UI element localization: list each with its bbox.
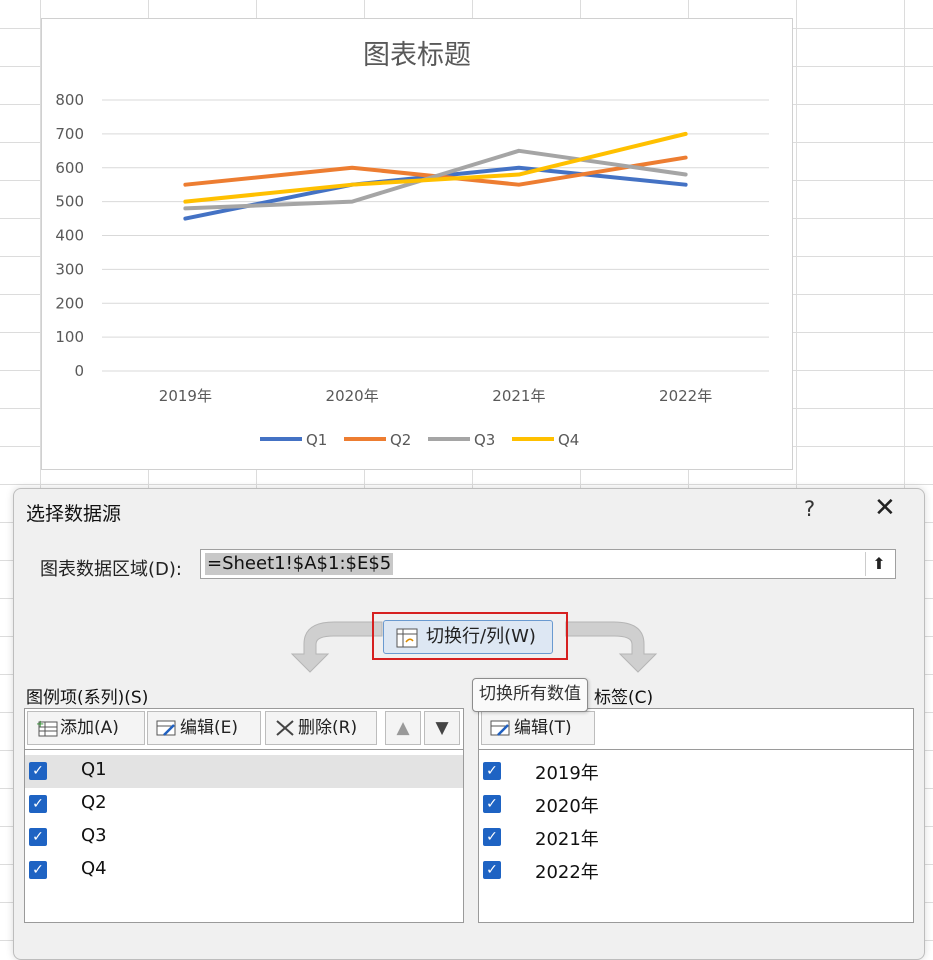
edit-axis-labels-label: 编辑(T) bbox=[514, 718, 572, 738]
add-series-button[interactable]: + 添加(A) bbox=[27, 711, 145, 745]
axis-labels-label: 标签(C) bbox=[594, 688, 654, 708]
series-item[interactable]: ✓ Q1 bbox=[25, 755, 463, 788]
y-tick-label: 800 bbox=[55, 91, 84, 109]
category-checkbox[interactable]: ✓ bbox=[483, 795, 501, 813]
legend-entry: Q1 bbox=[306, 431, 327, 449]
category-item[interactable]: ✓ 2019年 bbox=[479, 755, 913, 788]
series-panel: + 添加(A) 编辑(E) 删除(R) ▲ ▼ ✓ Q1 ✓ Q2 ✓ Q3 ✓… bbox=[24, 708, 464, 923]
y-tick-label: 100 bbox=[55, 328, 84, 346]
delete-series-label: 删除(R) bbox=[298, 718, 358, 738]
add-series-label: 添加(A) bbox=[60, 718, 119, 738]
y-tick-label: 500 bbox=[55, 193, 84, 211]
series-item[interactable]: ✓ Q4 bbox=[25, 854, 463, 887]
series-item[interactable]: ✓ Q2 bbox=[25, 788, 463, 821]
category-item[interactable]: ✓ 2021年 bbox=[479, 821, 913, 854]
category-item[interactable]: ✓ 2020年 bbox=[479, 788, 913, 821]
y-tick-label: 300 bbox=[55, 260, 84, 278]
add-table-icon: + bbox=[36, 719, 58, 737]
category-item[interactable]: ✓ 2022年 bbox=[479, 854, 913, 887]
category-item-label: 2019年 bbox=[535, 763, 599, 784]
legend-entry: Q2 bbox=[390, 431, 411, 449]
line-chart[interactable]: 图表标题 0 100 200 300 400 500 600 700 800 2019年 2020年 2… bbox=[41, 18, 793, 470]
close-button[interactable]: ✕ bbox=[874, 495, 896, 521]
chart-canvas: 图表标题 0 100 200 300 400 500 600 700 800 2019年 2020年 2… bbox=[55, 40, 769, 449]
switch-row-column-button[interactable]: 切换行/列(W) bbox=[383, 620, 553, 654]
series-checkbox[interactable]: ✓ bbox=[29, 828, 47, 846]
axis-toolbar: 编辑(T) bbox=[479, 709, 913, 750]
switch-row-column-label: 切换行/列(W) bbox=[426, 626, 536, 647]
edit-series-label: 编辑(E) bbox=[180, 718, 239, 738]
category-item-label: 2021年 bbox=[535, 829, 599, 850]
chart-range-value: =Sheet1!$A$1:$E$5 bbox=[205, 553, 394, 575]
category-checkbox[interactable]: ✓ bbox=[483, 762, 501, 780]
edit-table-icon bbox=[490, 720, 510, 736]
x-tick-label: 2019年 bbox=[159, 387, 212, 405]
series-item[interactable]: ✓ Q3 bbox=[25, 821, 463, 854]
series-checkbox[interactable]: ✓ bbox=[29, 762, 47, 780]
axis-labels-panel: 编辑(T) ✓ 2019年 ✓ 2020年 ✓ 2021年 ✓ 2022年 bbox=[478, 708, 914, 923]
edit-series-button[interactable]: 编辑(E) bbox=[147, 711, 261, 745]
delete-icon bbox=[276, 720, 294, 736]
dialog-title: 选择数据源 bbox=[26, 503, 122, 525]
help-button[interactable]: ? bbox=[804, 497, 815, 521]
legend-entry: Q4 bbox=[558, 431, 579, 449]
collapse-dialog-icon[interactable]: ⬆ bbox=[865, 552, 892, 576]
series-item-label: Q1 bbox=[81, 759, 107, 780]
series-item-label: Q4 bbox=[81, 858, 107, 879]
svg-text:+: + bbox=[36, 719, 44, 730]
switch-row-column-icon bbox=[396, 628, 418, 648]
x-tick-label: 2020年 bbox=[326, 387, 379, 405]
category-checkbox[interactable]: ✓ bbox=[483, 861, 501, 879]
move-up-button[interactable]: ▲ bbox=[385, 711, 421, 745]
x-tick-label: 2022年 bbox=[659, 387, 712, 405]
edit-table-icon bbox=[156, 720, 176, 736]
edit-axis-labels-button[interactable]: 编辑(T) bbox=[481, 711, 595, 745]
category-checkbox[interactable]: ✓ bbox=[483, 828, 501, 846]
y-tick-label: 600 bbox=[55, 159, 84, 177]
y-tick-label: 400 bbox=[55, 227, 84, 245]
switch-tooltip: 切换所有数值 bbox=[472, 678, 588, 712]
category-item-label: 2020年 bbox=[535, 796, 599, 817]
x-tick-label: 2021年 bbox=[492, 387, 545, 405]
series-item-label: Q3 bbox=[81, 825, 107, 846]
series-checkbox[interactable]: ✓ bbox=[29, 795, 47, 813]
y-tick-label: 0 bbox=[74, 362, 84, 380]
chart-title: 图表标题 bbox=[363, 40, 471, 71]
move-down-button[interactable]: ▼ bbox=[424, 711, 460, 745]
y-tick-label: 700 bbox=[55, 125, 84, 143]
y-tick-label: 200 bbox=[55, 294, 84, 312]
series-item-label: Q2 bbox=[81, 792, 107, 813]
delete-series-button[interactable]: 删除(R) bbox=[265, 711, 377, 745]
series-checkbox[interactable]: ✓ bbox=[29, 861, 47, 879]
chart-range-label: 图表数据区域(D): bbox=[40, 559, 182, 580]
select-data-source-dialog: 选择数据源 ? ✕ 图表数据区域(D): =Sheet1!$A$1:$E$5 ⬆… bbox=[13, 488, 925, 960]
chart-range-input[interactable]: =Sheet1!$A$1:$E$5 ⬆ bbox=[200, 549, 896, 579]
series-toolbar: + 添加(A) 编辑(E) 删除(R) ▲ ▼ bbox=[25, 709, 463, 750]
legend-entry: Q3 bbox=[474, 431, 495, 449]
legend-series-label: 图例项(系列)(S) bbox=[26, 688, 149, 708]
category-item-label: 2022年 bbox=[535, 862, 599, 883]
